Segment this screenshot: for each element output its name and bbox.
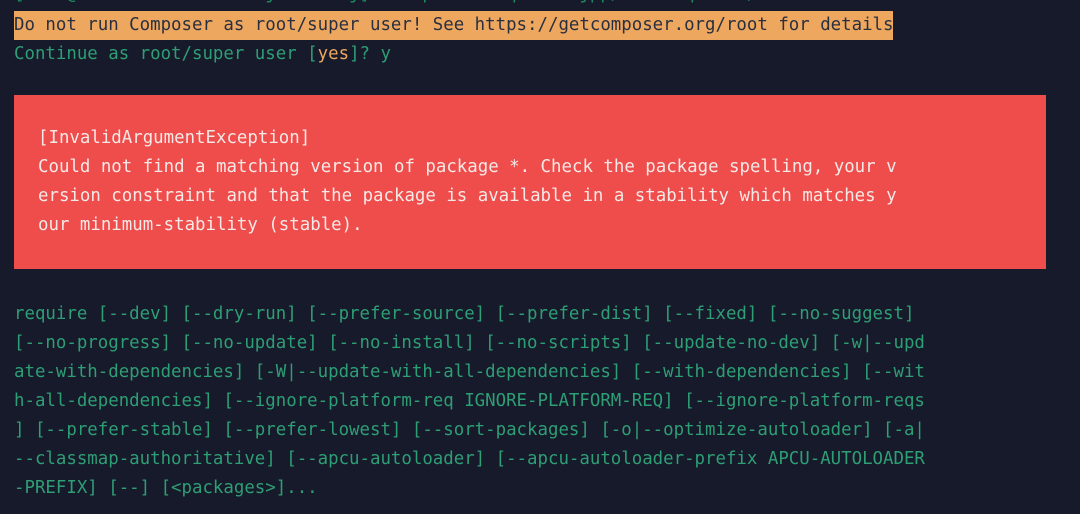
bracket-close: ]? <box>349 44 381 64</box>
usage-line-5: ] [--prefer-stable] [--prefer-lowest] [-… <box>14 420 925 440</box>
usage-line-3: ate-with-dependencies] [-W|--update-with… <box>14 362 925 382</box>
composer-root-warning-bar: Do not run Composer as root/super user! … <box>14 11 894 40</box>
bracket-open: [ <box>307 44 318 64</box>
error-message-line-1: Could not find a matching version of pac… <box>38 157 897 177</box>
usage-line-1: require [--dev] [--dry-run] [--prefer-so… <box>14 304 915 324</box>
error-box-top-padding <box>14 95 1046 124</box>
usage-line-6: --classmap-authoritative] [--apcu-autolo… <box>14 449 925 469</box>
error-exception-name: [InvalidArgumentException] <box>38 128 311 148</box>
continue-prompt-answer: y <box>380 44 391 64</box>
shell-prompt-line: [root@vm-21-8-centos mcvjuxovhcej]# comp… <box>14 0 757 9</box>
terminal-window[interactable]: [root@vm-21-8-centos mcvjuxovhcej]# comp… <box>0 0 1080 514</box>
error-message-line-3: our minimum-stability (stable). <box>38 215 363 235</box>
error-box-bottom-padding <box>14 240 1046 269</box>
usage-line-7: -PREFIX] [--] [<packages>]... <box>14 478 318 498</box>
continue-prompt-question: Continue as root/super user <box>14 44 308 64</box>
continue-as-root-prompt: Continue as root/super user [yes]? y <box>14 41 391 67</box>
invalid-argument-exception-box: [InvalidArgumentException] Could not fin… <box>14 95 1046 269</box>
usage-line-2: [--no-progress] [--no-update] [--no-inst… <box>14 333 925 353</box>
usage-line-4: h-all-dependencies] [--ignore-platform-r… <box>14 391 925 411</box>
command-usage-block: require [--dev] [--dry-run] [--prefer-so… <box>14 300 1066 503</box>
continue-prompt-default-value: yes <box>317 44 350 64</box>
error-message-line-2: ersion constraint and that the package i… <box>38 186 897 206</box>
